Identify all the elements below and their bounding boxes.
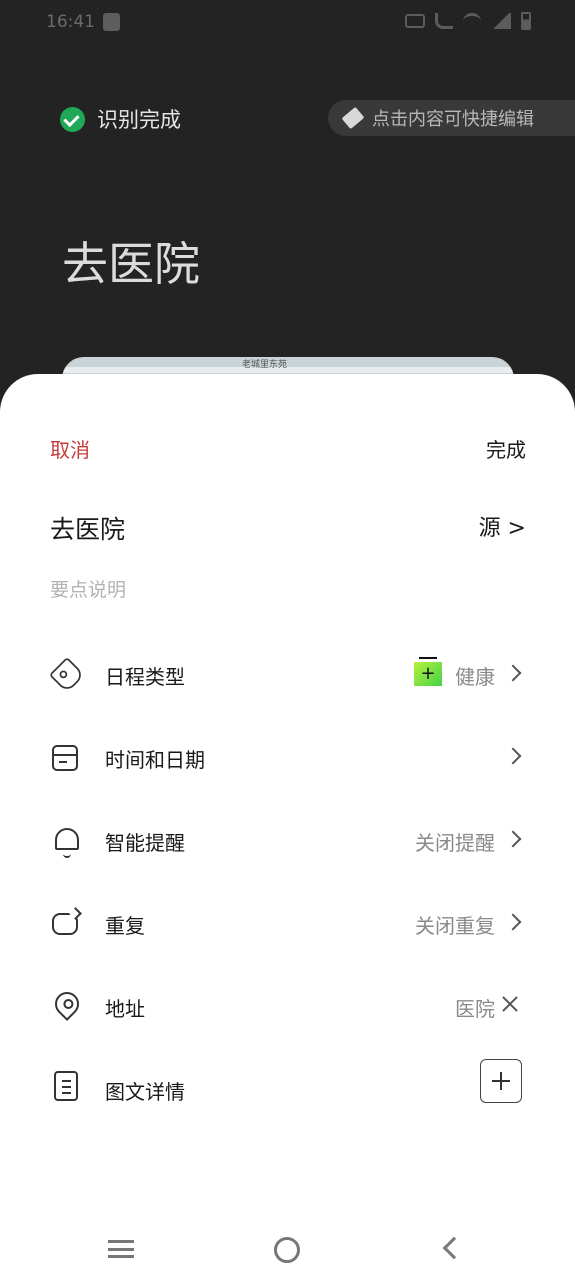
recognition-status-text: 识别完成 [97,108,181,132]
row-repeat[interactable]: 重复 关闭重复 [0,893,575,953]
row-label: 智能提醒 [105,831,185,855]
row-label: 地址 [105,997,145,1021]
row-time-date[interactable]: 时间和日期 [0,727,575,787]
chevron-right-icon [504,747,522,765]
signal-icon [491,13,511,29]
done-button[interactable]: 完成 [486,434,526,463]
event-title-input[interactable]: 去医院 [50,510,125,546]
row-label: 图文详情 [105,1080,185,1104]
battery-icon [521,12,531,30]
map-label: 老城里东苑 [242,360,288,370]
system-navigation-bar [0,1225,575,1275]
notes-input[interactable]: 要点说明 [50,575,126,602]
row-value: 关闭重复 [415,914,495,938]
calendar-icon [52,745,78,771]
vibrate-icon [405,14,425,28]
row-label: 时间和日期 [105,748,205,772]
document-icon [54,1071,78,1101]
home-icon[interactable] [274,1237,300,1263]
cancel-button[interactable]: 取消 [50,434,90,463]
status-time: 16:41 [46,12,95,32]
row-value: 健康 [455,665,495,689]
check-circle-icon [60,106,85,132]
quick-edit-hint[interactable]: 点击内容可快捷编辑 [328,100,575,136]
row-address[interactable]: 地址 医院 [0,976,575,1036]
wifi-icon [463,13,481,29]
tag-icon [48,656,86,694]
edit-event-sheet: 取消 完成 去医院 源 > 要点说明 日程类型 + 健康 时间和日期 智能提醒 … [0,374,575,1280]
quick-edit-hint-text: 点击内容可快捷编辑 [372,109,534,130]
row-label: 重复 [105,914,145,938]
bell-icon [55,828,79,858]
recent-apps-icon[interactable] [108,1240,134,1258]
row-label: 日程类型 [105,665,185,689]
status-bar: 16:41 [0,0,575,46]
add-details-button[interactable] [480,1059,522,1103]
health-category-badge: + [414,657,442,686]
row-smart-reminder[interactable]: 智能提醒 关闭提醒 [0,810,575,870]
eraser-icon [341,106,365,130]
map-road [62,367,514,373]
wifi-call-icon [435,13,453,29]
recognition-status: 识别完成 [60,104,181,134]
row-schedule-type[interactable]: 日程类型 + 健康 [0,644,575,704]
location-pin-icon [50,987,84,1021]
notification-app-icon [103,13,120,31]
clear-address-icon[interactable] [501,995,519,1013]
chevron-right-icon [504,830,522,848]
chevron-right-icon [504,913,522,931]
row-details[interactable]: 图文详情 [0,1059,575,1119]
status-icons [405,12,531,30]
row-value: 关闭提醒 [415,831,495,855]
background-title: 去医院 [62,237,200,291]
source-link[interactable]: 源 > [479,510,526,542]
repeat-icon [52,913,78,935]
chevron-right-icon [504,664,522,682]
back-icon[interactable] [442,1236,466,1260]
row-value: 医院 [455,997,495,1021]
